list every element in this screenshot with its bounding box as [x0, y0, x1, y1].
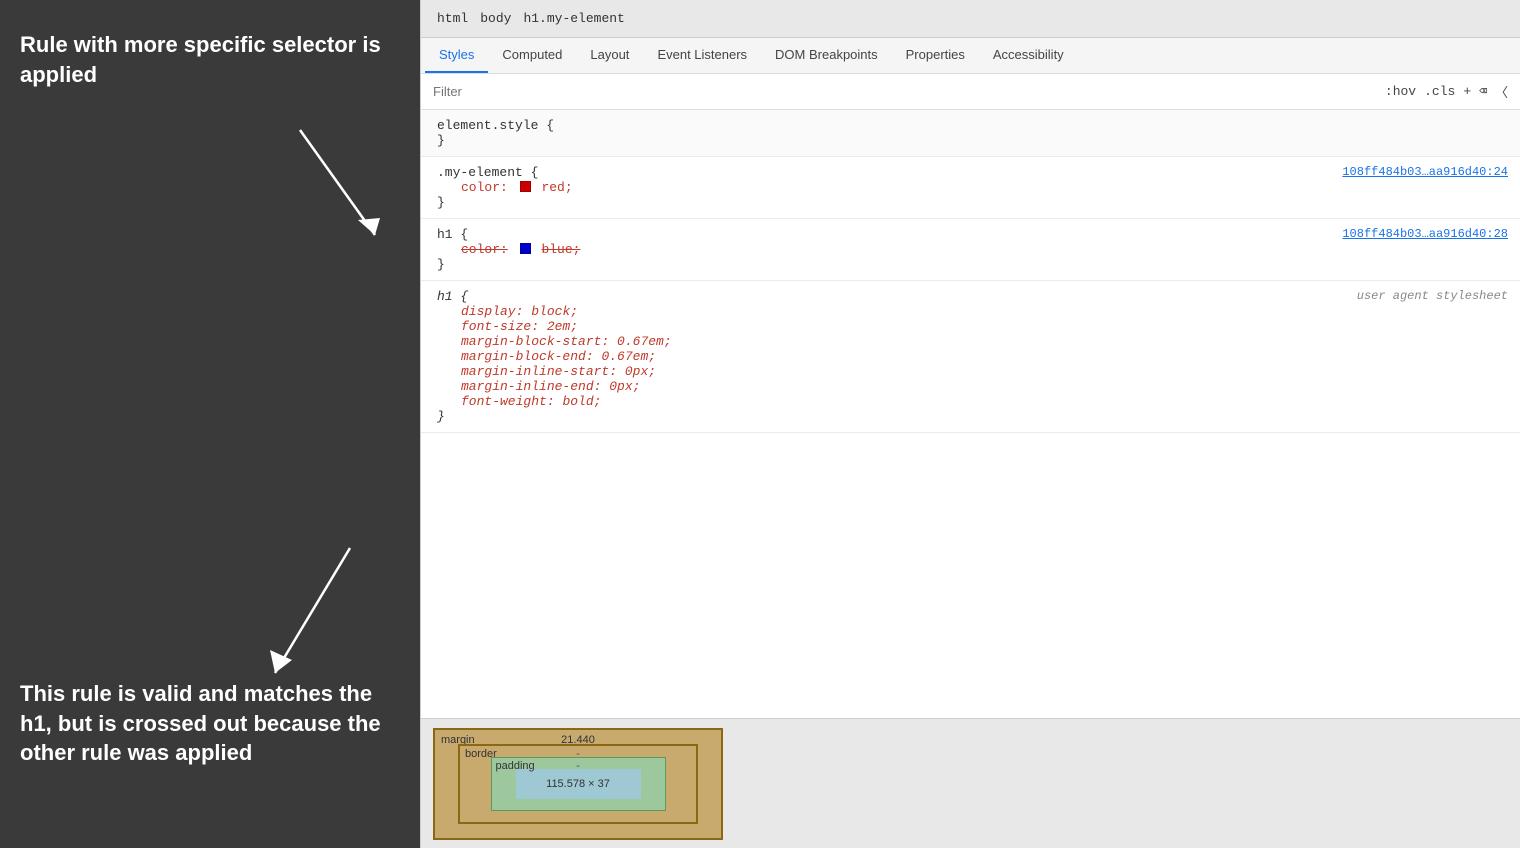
- rule3-prop-mbe: margin-block-end: 0.67em;: [437, 349, 1504, 364]
- breadcrumb: html body h1.my-element: [421, 0, 1520, 38]
- rule3-prop-display-value: block;: [531, 304, 578, 319]
- filter-actions: :hov .cls + ⌫ 〈: [1385, 82, 1508, 101]
- rule3-prop-mbs: margin-block-start: 0.67em;: [437, 334, 1504, 349]
- hov-button[interactable]: :hov: [1385, 84, 1416, 99]
- tab-styles[interactable]: Styles: [425, 38, 488, 73]
- rule1-prop-name: color:: [461, 180, 508, 195]
- devtools-panel: html body h1.my-element Styles Computed …: [420, 0, 1520, 848]
- padding-label: padding: [496, 760, 535, 772]
- collapse-button[interactable]: 〈: [1495, 82, 1508, 101]
- cls-button[interactable]: .cls: [1424, 84, 1455, 99]
- rule-my-element: 108ff484b03…aa916d40:24 .my-element { co…: [421, 157, 1520, 219]
- rule2-swatch-space: [520, 242, 542, 257]
- rule3-prop-mbs-value: 0.67em;: [617, 334, 672, 349]
- rule3-closing: }: [437, 409, 1504, 424]
- filter-input[interactable]: [433, 84, 1385, 99]
- rule3-prop-fontsize-value: 2em;: [547, 319, 578, 334]
- rule3-prop-fontsize-name: font-size:: [461, 319, 539, 334]
- top-annotation-text: Rule with more specific selector is appl…: [20, 30, 400, 89]
- bottom-arrow-icon: [250, 538, 370, 688]
- rule2-source[interactable]: 108ff484b03…aa916d40:28: [1342, 227, 1508, 241]
- rule1-prop-value: red;: [541, 180, 572, 195]
- box-model-padding: padding - 115.578 × 37: [491, 757, 666, 811]
- box-model-area: margin 21.440 border - padding - 115.578…: [421, 718, 1520, 848]
- rule1-color-swatch[interactable]: [520, 181, 531, 192]
- rule3-prop-fw: font-weight: bold;: [437, 394, 1504, 409]
- rule3-prop-mie-value: 0px;: [609, 379, 640, 394]
- tab-event-listeners[interactable]: Event Listeners: [643, 38, 761, 73]
- rule3-prop-mbs-name: margin-block-start:: [461, 334, 609, 349]
- rule2-property-line: color: blue;: [437, 242, 1504, 257]
- rule3-selector-line: h1 {: [437, 289, 1504, 304]
- filter-bar: :hov .cls + ⌫ 〈: [421, 74, 1520, 110]
- page-style-button[interactable]: ⌫: [1479, 84, 1487, 99]
- rule3-prop-mis-value: 0px;: [625, 364, 656, 379]
- annotation-panel: Rule with more specific selector is appl…: [0, 0, 420, 848]
- rule2-prop-name: color:: [461, 242, 508, 257]
- tabs-bar: Styles Computed Layout Event Listeners D…: [421, 38, 1520, 74]
- rule3-prop-fw-value: bold;: [562, 394, 601, 409]
- rule-h1-strikethrough: 108ff484b03…aa916d40:28 h1 { color: blue…: [421, 219, 1520, 281]
- rule1-property-line: color: red;: [437, 180, 1504, 195]
- element-style-closing: }: [437, 133, 1504, 148]
- tab-accessibility[interactable]: Accessibility: [979, 38, 1078, 73]
- rule3-prop-mie: margin-inline-end: 0px;: [437, 379, 1504, 394]
- rule3-prop-mie-name: margin-inline-end:: [461, 379, 601, 394]
- rule3-prop-display: display: block;: [437, 304, 1504, 319]
- element-style-selector: element.style {: [437, 118, 1504, 133]
- padding-value: -: [576, 760, 580, 772]
- top-arrow-icon: [280, 120, 390, 250]
- rule3-close-brace: }: [437, 409, 445, 424]
- rule3-prop-mbe-name: margin-block-end:: [461, 349, 594, 364]
- rule2-selector: h1 {: [437, 227, 468, 242]
- breadcrumb-h1[interactable]: h1.my-element: [523, 11, 624, 26]
- rule2-close-brace: }: [437, 257, 445, 272]
- element-style-block: element.style { }: [421, 110, 1520, 157]
- add-rule-button[interactable]: +: [1463, 84, 1471, 99]
- rule1-closing: }: [437, 195, 1504, 210]
- tab-computed[interactable]: Computed: [488, 38, 576, 73]
- tab-layout[interactable]: Layout: [576, 38, 643, 73]
- rule1-close-brace: }: [437, 195, 445, 210]
- box-model-content: 115.578 × 37: [516, 769, 641, 799]
- rule3-prop-fw-name: font-weight:: [461, 394, 555, 409]
- tab-properties[interactable]: Properties: [892, 38, 979, 73]
- bottom-annotation-text: This rule is valid and matches the h1, b…: [20, 679, 400, 768]
- rule3-prop-mis: margin-inline-start: 0px;: [437, 364, 1504, 379]
- breadcrumb-html[interactable]: html: [437, 11, 468, 26]
- rule3-source: user agent stylesheet: [1357, 289, 1508, 303]
- rule3-selector: h1 {: [437, 289, 468, 304]
- rule-h1-useragent: user agent stylesheet h1 { display: bloc…: [421, 281, 1520, 433]
- rule3-prop-mis-name: margin-inline-start:: [461, 364, 617, 379]
- rule2-color-swatch[interactable]: [520, 243, 531, 254]
- rule1-color-swatch-space: [520, 180, 542, 195]
- rule1-selector: .my-element {: [437, 165, 538, 180]
- element-style-selector-text: element.style {: [437, 118, 554, 133]
- breadcrumb-body[interactable]: body: [480, 11, 511, 26]
- rules-area: element.style { } 108ff484b03…aa916d40:2…: [421, 110, 1520, 718]
- tab-dom-breakpoints[interactable]: DOM Breakpoints: [761, 38, 892, 73]
- rule3-prop-mbe-value: 0.67em;: [601, 349, 656, 364]
- rule2-closing: }: [437, 257, 1504, 272]
- box-model-border: border - padding - 115.578 × 37: [458, 744, 698, 824]
- content-value: 115.578 × 37: [546, 778, 610, 790]
- rule3-prop-fontsize: font-size: 2em;: [437, 319, 1504, 334]
- rule2-prop-value: blue;: [541, 242, 580, 257]
- box-model-margin: margin 21.440 border - padding - 115.578…: [433, 728, 723, 840]
- rule1-source[interactable]: 108ff484b03…aa916d40:24: [1342, 165, 1508, 179]
- element-style-close-brace: }: [437, 133, 445, 148]
- rule3-prop-display-name: display:: [461, 304, 523, 319]
